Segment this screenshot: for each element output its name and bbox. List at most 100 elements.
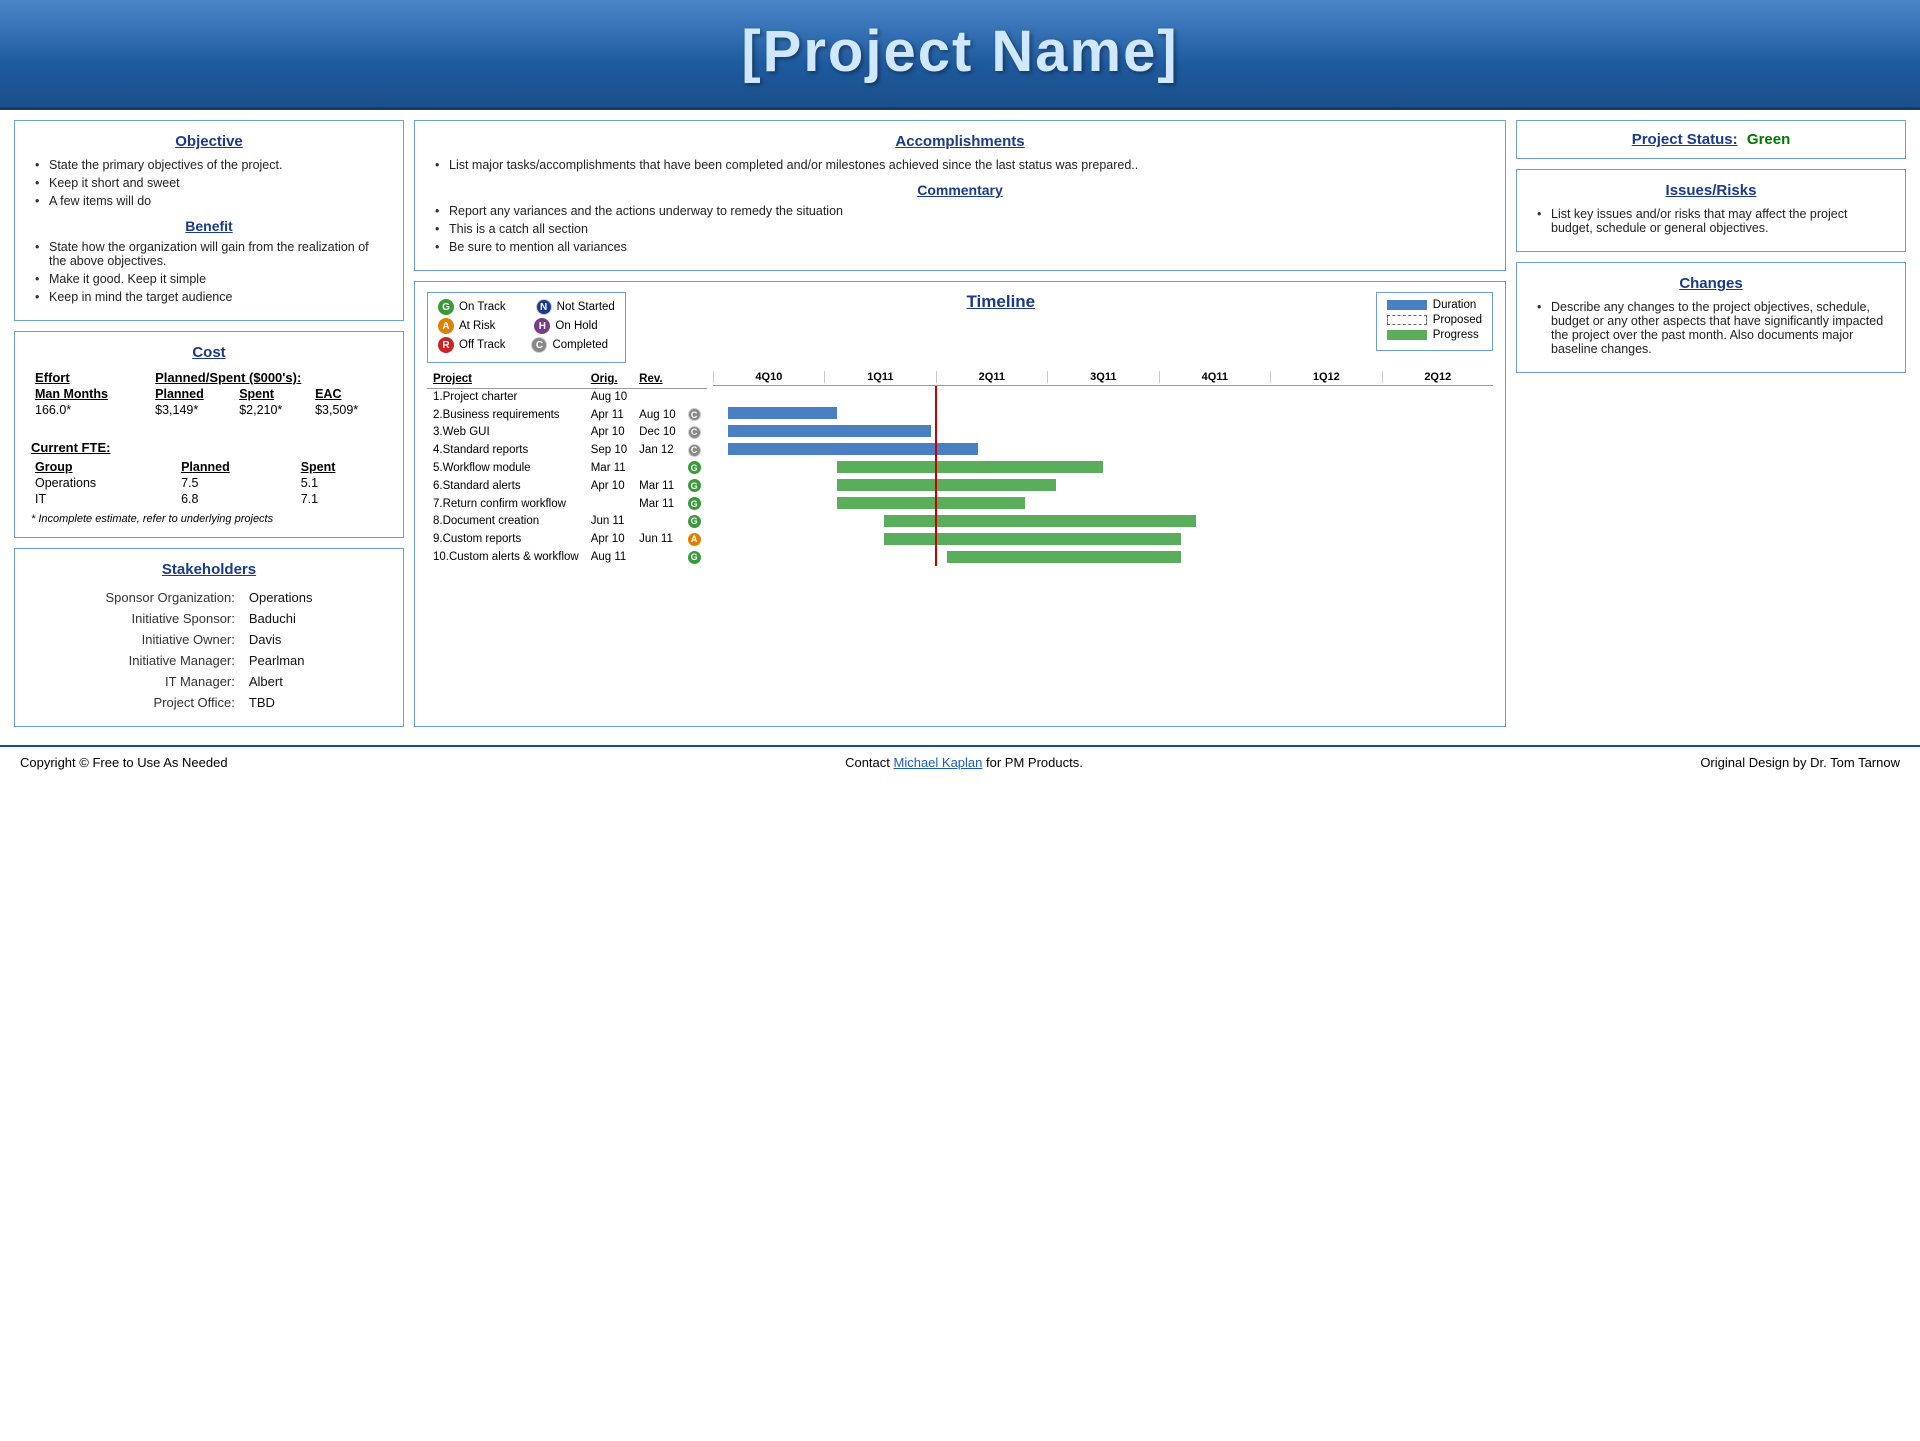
contact-post: for PM Products. — [982, 755, 1082, 770]
today-line — [935, 422, 937, 440]
project-status: G — [682, 548, 707, 566]
timeline-panel: G On Track N Not Started A At Risk H On … — [414, 281, 1506, 727]
project-rev: Mar 11 — [633, 477, 681, 495]
stake-label: Initiative Sponsor: — [100, 609, 241, 628]
quarter-1q11: 1Q11 — [824, 371, 935, 383]
benefit-list: State how the organization will gain fro… — [31, 240, 387, 304]
commentary-item: This is a catch all section — [435, 222, 1489, 236]
project-orig: Jun 11 — [585, 512, 633, 530]
today-line — [935, 530, 937, 548]
stake-value: Operations — [243, 588, 319, 607]
objective-item: State the primary objectives of the proj… — [35, 158, 387, 172]
on-track-label: On Track — [459, 301, 506, 313]
project-name: 2.Business requirements — [427, 406, 585, 424]
project-orig — [585, 495, 633, 513]
left-column: Objective State the primary objectives o… — [14, 120, 404, 727]
project-rev: Jan 12 — [633, 441, 681, 459]
commentary-title: Commentary — [431, 182, 1489, 198]
cost-title: Cost — [31, 344, 387, 361]
project-name: 1.Project charter — [427, 388, 585, 405]
project-status: G — [682, 512, 707, 530]
table-row: 3.Web GUI Apr 10 Dec 10 C — [427, 423, 707, 441]
commentary-item: Be sure to mention all variances — [435, 240, 1489, 254]
issues-risks-panel: Issues/Risks List key issues and/or risk… — [1516, 169, 1906, 252]
duration-legend: Duration Proposed Progress — [1376, 292, 1493, 351]
stake-label: IT Manager: — [100, 672, 241, 691]
objective-item: A few items will do — [35, 194, 387, 208]
dur-duration-label: Duration — [1433, 299, 1476, 311]
stake-value: Albert — [243, 672, 319, 691]
fte-row-2-spent: 7.1 — [297, 491, 387, 507]
contact-pre: Contact — [845, 755, 893, 770]
objective-panel: Objective State the primary objectives o… — [14, 120, 404, 321]
dur-item-proposed: Proposed — [1387, 314, 1482, 326]
stake-label: Sponsor Organization: — [100, 588, 241, 607]
objective-item: Keep it short and sweet — [35, 176, 387, 190]
legend-at-risk: A At Risk H On Hold — [438, 318, 615, 334]
stake-label: Project Office: — [100, 693, 241, 712]
gantt-row-1 — [713, 386, 1493, 404]
fte-row-2-planned: 6.8 — [177, 491, 297, 507]
gantt-row-2 — [713, 404, 1493, 422]
project-orig: Mar 11 — [585, 459, 633, 477]
gantt-row-7 — [713, 494, 1493, 512]
project-status: G — [682, 495, 707, 513]
benefit-item: Keep in mind the target audience — [35, 290, 387, 304]
fte-row-2-group: IT — [31, 491, 177, 507]
objective-list: State the primary objectives of the proj… — [31, 158, 387, 208]
today-line — [935, 404, 937, 422]
stake-value: Davis — [243, 630, 319, 649]
table-row: 7.Return confirm workflow Mar 11 G — [427, 495, 707, 513]
accomplishment-item: List major tasks/accomplishments that ha… — [435, 158, 1489, 172]
planned-spent-label: Planned/Spent ($000's): — [151, 369, 387, 386]
issues-risks-list: List key issues and/or risks that may af… — [1533, 207, 1889, 235]
project-rev — [633, 459, 681, 477]
dur-item-duration: Duration — [1387, 299, 1482, 311]
project-rev: Aug 10 — [633, 406, 681, 424]
effort-label: Effort — [31, 369, 151, 386]
val-planned: $3,149* — [151, 402, 235, 418]
accomplishments-panel: Accomplishments List major tasks/accompl… — [414, 120, 1506, 271]
gantt-row-6 — [713, 476, 1493, 494]
credit-text: Original Design by Dr. Tom Tarnow — [1700, 755, 1900, 770]
benefit-item: State how the organization will gain fro… — [35, 240, 387, 268]
on-hold-icon: H — [534, 318, 550, 334]
at-risk-label: At Risk — [459, 320, 495, 332]
project-name: 3.Web GUI — [427, 423, 585, 441]
stake-label: Initiative Manager: — [100, 651, 241, 670]
progress-bar-icon — [1387, 330, 1427, 340]
cost-table: Effort Planned/Spent ($000's): Man Month… — [31, 369, 387, 418]
val-spent: $2,210* — [235, 402, 311, 418]
gantt-col-project: Project — [427, 371, 585, 388]
gantt-row-3 — [713, 422, 1493, 440]
gantt-col-status — [682, 371, 707, 388]
gantt-bars — [713, 386, 1493, 566]
status-legend: G On Track N Not Started A At Risk H On … — [427, 292, 626, 363]
table-row: 4.Standard reports Sep 10 Jan 12 C — [427, 441, 707, 459]
issue-item: List key issues and/or risks that may af… — [1537, 207, 1889, 235]
col-eac: EAC — [311, 386, 387, 402]
legend-off-track: R Off Track C Completed — [438, 337, 615, 353]
gantt-project-table: Project Orig. Rev. 1.Project charter Aug… — [427, 371, 707, 566]
table-row: 5.Workflow module Mar 11 G — [427, 459, 707, 477]
contact-link[interactable]: Michael Kaplan — [894, 755, 983, 770]
at-risk-icon: A — [438, 318, 454, 334]
page-header: [Project Name] — [0, 0, 1920, 110]
project-orig: Apr 11 — [585, 406, 633, 424]
project-status: C — [682, 423, 707, 441]
changes-list: Describe any changes to the project obje… — [1533, 300, 1889, 356]
bar-blue — [728, 443, 978, 455]
stake-label: Initiative Owner: — [100, 630, 241, 649]
dur-item-progress: Progress — [1387, 329, 1482, 341]
project-status: G — [682, 477, 707, 495]
project-status — [682, 388, 707, 405]
project-status: A — [682, 530, 707, 548]
changes-panel: Changes Describe any changes to the proj… — [1516, 262, 1906, 373]
accomplishments-title: Accomplishments — [431, 133, 1489, 150]
right-column: Project Status: Green Issues/Risks List … — [1516, 120, 1906, 727]
project-name: 8.Document creation — [427, 512, 585, 530]
gantt-col-orig: Orig. — [585, 371, 633, 388]
table-row: 6.Standard alerts Apr 10 Mar 11 G — [427, 477, 707, 495]
project-name: 9.Custom reports — [427, 530, 585, 548]
main-content: Objective State the primary objectives o… — [0, 110, 1920, 737]
